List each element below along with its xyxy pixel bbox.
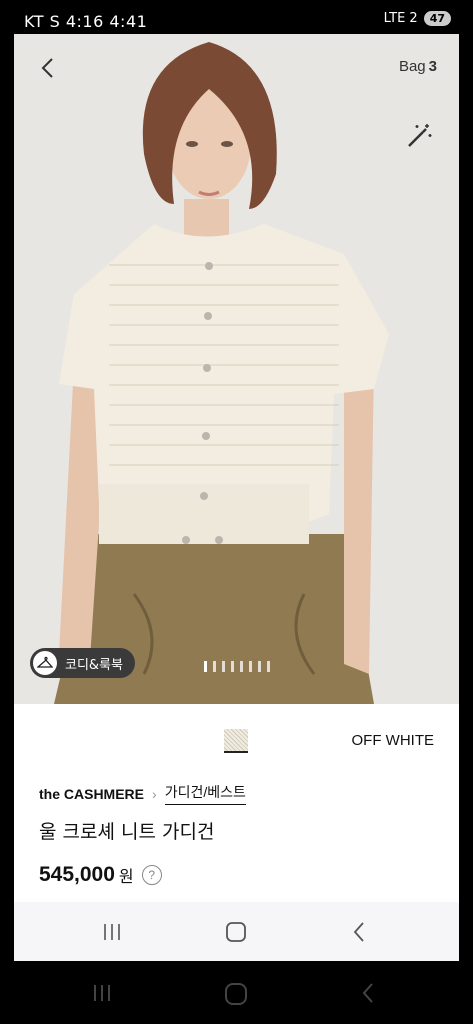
system-nav-bar: [14, 902, 459, 961]
back-nav-icon[interactable]: [357, 981, 381, 1005]
home-icon[interactable]: [224, 920, 248, 944]
magic-wand-icon[interactable]: [405, 122, 433, 150]
image-pager: [204, 661, 270, 672]
help-icon[interactable]: ?: [141, 865, 162, 885]
chevron-right-icon: ›: [152, 785, 157, 802]
recents-icon[interactable]: [100, 920, 124, 944]
bag-button[interactable]: Bag 3: [399, 58, 437, 75]
status-bar: KT S 4:16 4:41 LTE 2 47: [0, 0, 473, 34]
pager-dot: [222, 661, 225, 672]
pager-dot: [213, 661, 216, 672]
pager-dot: [240, 661, 243, 672]
color-swatch[interactable]: [224, 729, 248, 753]
model-photo: [14, 34, 459, 704]
app-screen: Bag 3 코디&룩북 OFF WHITE the CASHMERE › 가디건…: [14, 34, 459, 961]
product-price: 545,000: [39, 863, 115, 886]
back-icon[interactable]: [36, 56, 60, 80]
recents-icon[interactable]: [90, 981, 114, 1005]
network-label: LTE 2: [383, 11, 418, 26]
pager-dot: [204, 661, 207, 672]
pager-dot: [249, 661, 252, 672]
brand-breadcrumb: the CASHMERE › 가디건/베스트: [39, 782, 246, 805]
back-nav-icon[interactable]: [348, 920, 372, 944]
bag-count: 3: [428, 58, 437, 75]
pager-dot: [231, 661, 234, 672]
coordi-lookbook-button[interactable]: 코디&룩북: [30, 648, 135, 678]
price-row: 545,000 원 ?: [39, 863, 162, 887]
coordi-label: 코디&룩북: [65, 657, 123, 673]
pager-dot: [267, 661, 270, 672]
product-title: 울 크로셰 니트 가디건: [39, 821, 215, 843]
brand-link[interactable]: the CASHMERE: [39, 786, 144, 802]
hanger-icon: [33, 651, 57, 675]
category-link[interactable]: 가디건/베스트: [164, 782, 246, 805]
status-icons: LTE 2 47: [384, 11, 451, 26]
color-selector: OFF WHITE: [14, 704, 459, 774]
battery-icon: 47: [423, 11, 451, 26]
outer-nav-bar: [0, 961, 473, 1024]
pager-dot: [258, 661, 261, 672]
product-image[interactable]: Bag 3 코디&룩북: [14, 34, 459, 704]
home-icon[interactable]: [223, 981, 249, 1007]
color-name: OFF WHITE: [351, 732, 435, 749]
bag-label: Bag: [398, 58, 426, 75]
currency-label: 원: [118, 867, 134, 886]
status-time: KT S 4:16 4:41: [24, 12, 148, 31]
